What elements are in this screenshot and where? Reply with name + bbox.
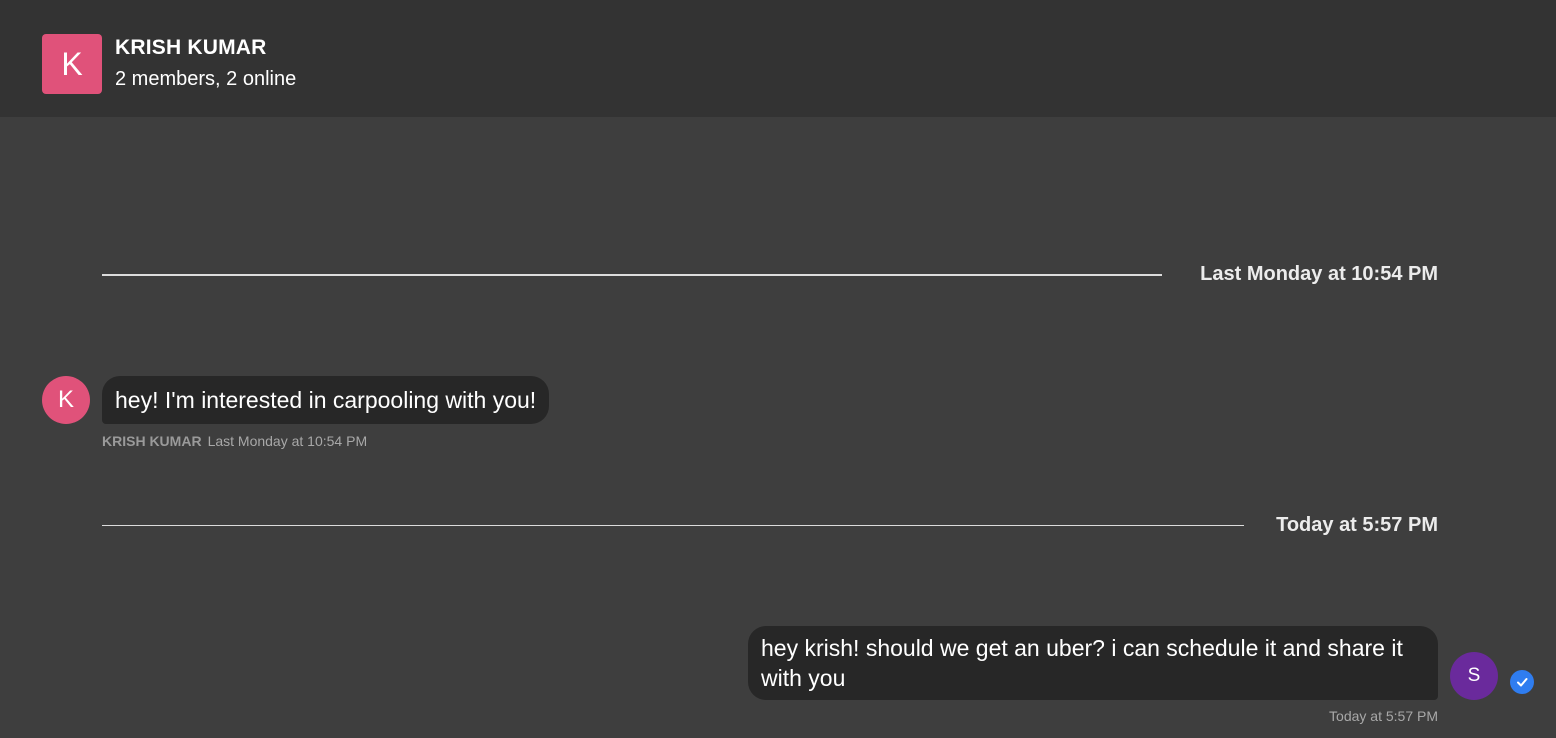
incoming-message-bubble[interactable]: hey! I'm interested in carpooling with y… [102, 376, 550, 424]
chat-header: K KRISH KUMAR 2 members, 2 online [0, 0, 1556, 117]
message-time: Last Monday at 10:54 PM [207, 433, 368, 449]
date-divider-label: Last Monday at 10:54 PM [1200, 263, 1438, 285]
group-avatar[interactable]: K [42, 34, 102, 94]
message-meta: KRISH KUMAR Last Monday at 10:54 PM [102, 433, 367, 449]
read-check-icon [1510, 670, 1534, 694]
message-author: KRISH KUMAR [102, 433, 202, 449]
member-status: 2 members, 2 online [115, 68, 297, 90]
sender-avatar[interactable]: K [42, 376, 90, 424]
date-divider-line [102, 525, 1244, 526]
message-time: Today at 5:57 PM [1329, 708, 1438, 724]
chat-title[interactable]: KRISH KUMAR [115, 36, 267, 60]
outgoing-message-bubble[interactable]: hey krish! should we get an uber? i can … [748, 626, 1438, 700]
date-divider-label: Today at 5:57 PM [1276, 514, 1438, 536]
date-divider-line [102, 274, 1162, 276]
self-avatar[interactable]: S [1450, 652, 1498, 700]
